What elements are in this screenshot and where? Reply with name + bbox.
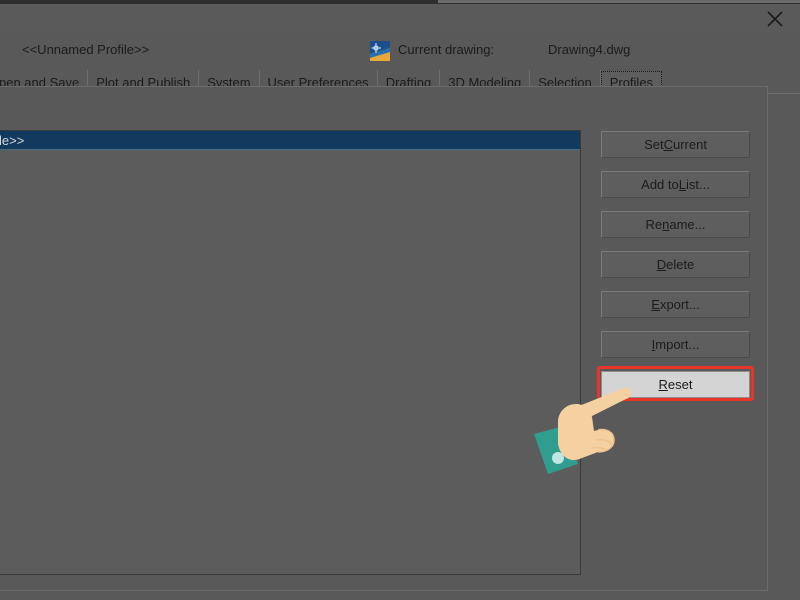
import-button[interactable]: Import...: [601, 331, 750, 358]
btn-accel: n: [662, 217, 669, 232]
list-item-label: le>>: [0, 133, 24, 148]
btn-accel: E: [651, 297, 660, 312]
export-button[interactable]: Export...: [601, 291, 750, 318]
btn-text: Add to: [641, 177, 679, 192]
profile-header-row: <<Unnamed Profile>> Current drawing: Dra…: [0, 38, 800, 68]
btn-text: Set: [644, 137, 664, 152]
options-dialog: <<Unnamed Profile>> Current drawing: Dra…: [0, 0, 800, 600]
title-bar: [0, 4, 800, 34]
current-drawing-label: Current drawing:: [398, 42, 494, 57]
btn-text: ist...: [686, 177, 710, 192]
set-current-button[interactable]: Set Current: [601, 131, 750, 158]
close-icon: [765, 9, 785, 29]
btn-text: mport...: [655, 337, 699, 352]
btn-text: eset: [668, 377, 693, 392]
btn-accel: D: [657, 257, 666, 272]
available-profiles-list[interactable]: le>>: [0, 130, 581, 575]
list-item[interactable]: le>>: [0, 131, 580, 150]
current-profile-name: <<Unnamed Profile>>: [22, 42, 149, 57]
current-drawing-value: Drawing4.dwg: [548, 42, 630, 57]
btn-text: ame...: [669, 217, 705, 232]
btn-text: elete: [666, 257, 694, 272]
delete-button[interactable]: Delete: [601, 251, 750, 278]
reset-button[interactable]: Reset: [601, 371, 750, 398]
close-button[interactable]: [752, 4, 798, 34]
rename-button[interactable]: Rename...: [601, 211, 750, 238]
btn-accel: L: [679, 177, 686, 192]
autocad-drawing-icon: [370, 41, 390, 61]
profiles-button-column: Set Current Add to List... Rename... Del…: [601, 131, 750, 411]
btn-text: Re: [646, 217, 663, 232]
add-to-list-button[interactable]: Add to List...: [601, 171, 750, 198]
window-top-edge-light: [438, 0, 800, 3]
btn-text: urrent: [673, 137, 707, 152]
btn-accel: C: [664, 137, 673, 152]
btn-accel: R: [659, 377, 668, 392]
btn-text: xport...: [660, 297, 700, 312]
